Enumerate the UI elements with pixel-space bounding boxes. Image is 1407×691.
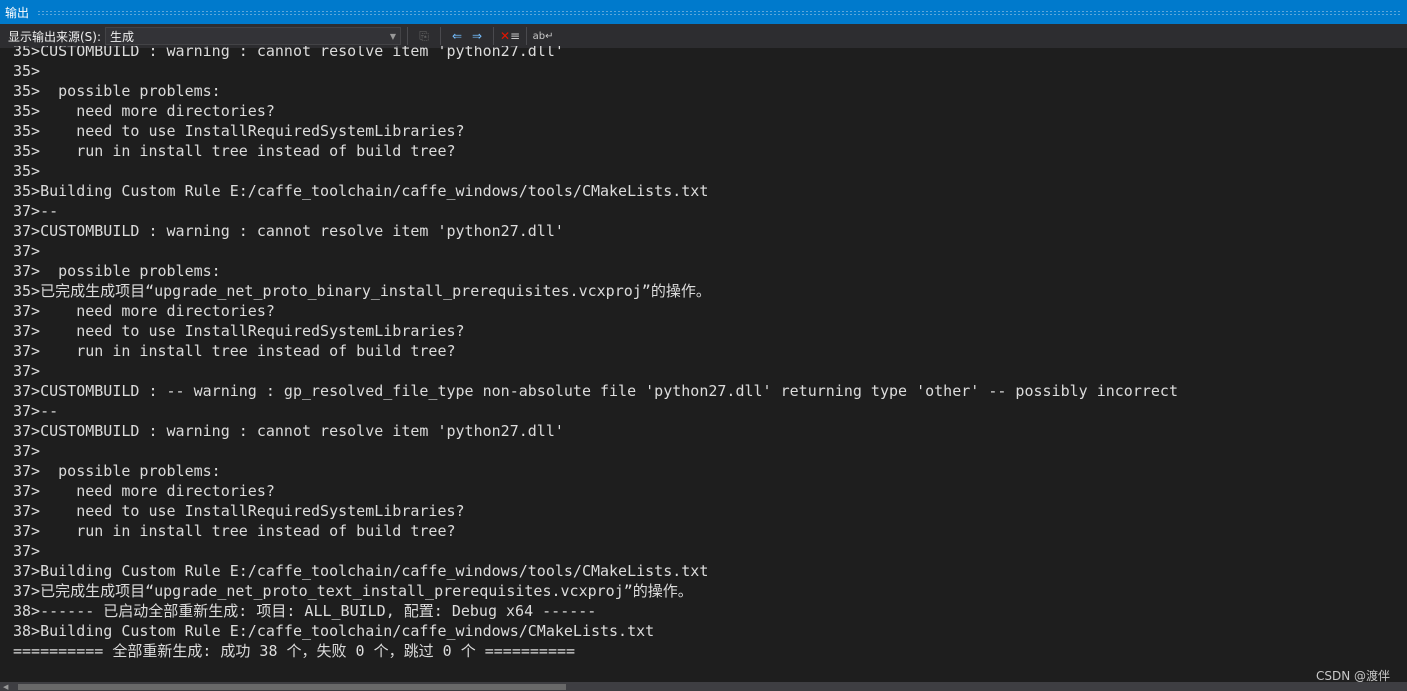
- output-line: 38>------ 已启动全部重新生成: 项目: ALL_BUILD, 配置: …: [13, 602, 597, 620]
- output-line: 37>已完成生成项目“upgrade_net_proto_text_instal…: [13, 582, 693, 600]
- output-line: 37> need more directories?: [13, 302, 275, 320]
- output-text-area[interactable]: 35>CUSTOMBUILD : warning : cannot resolv…: [0, 46, 1407, 682]
- output-line: 37>: [13, 542, 41, 560]
- output-line: 35>Building Custom Rule E:/caffe_toolcha…: [13, 182, 709, 200]
- drag-grip[interactable]: [37, 9, 1401, 15]
- output-toolbar: 显示输出来源(S): 生成 ▼ ⎘ ⇐ ⇒ ✕ ≡ ab↵: [0, 24, 1407, 48]
- output-line: 37>CUSTOMBUILD : -- warning : gp_resolve…: [13, 382, 1178, 400]
- output-line: 35> run in install tree instead of build…: [13, 142, 456, 160]
- output-line: 35>已完成生成项目“upgrade_net_proto_binary_inst…: [13, 282, 711, 300]
- output-line: 37>: [13, 362, 41, 380]
- clear-all-icon[interactable]: ✕ ≡: [500, 26, 520, 46]
- output-panel-titlebar: 输出: [0, 0, 1407, 24]
- output-line: 35>CUSTOMBUILD : warning : cannot resolv…: [13, 46, 564, 60]
- horizontal-scrollbar[interactable]: ◀: [0, 682, 1407, 691]
- output-source-label: 显示输出来源(S):: [8, 29, 102, 44]
- output-line: 35>: [13, 162, 41, 180]
- output-line: 37>: [13, 242, 41, 260]
- output-line: 37> possible problems:: [13, 262, 221, 280]
- chevron-down-icon: ▼: [389, 31, 397, 41]
- divider: [407, 27, 409, 45]
- panel-title: 输出: [5, 5, 30, 20]
- output-line: 35> need more directories?: [13, 102, 275, 120]
- scroll-left-icon[interactable]: ◀: [3, 683, 8, 691]
- output-line: 35>: [13, 62, 41, 80]
- output-line: 38>Building Custom Rule E:/caffe_toolcha…: [13, 622, 655, 640]
- output-line: 37>--: [13, 402, 59, 420]
- previous-message-icon[interactable]: ⇐: [447, 26, 467, 46]
- output-source-value: 生成: [110, 29, 135, 44]
- word-wrap-icon[interactable]: ab↵: [533, 26, 554, 46]
- output-line: 35> need to use InstallRequiredSystemLib…: [13, 122, 465, 140]
- next-message-icon[interactable]: ⇒: [467, 26, 487, 46]
- divider: [526, 27, 528, 45]
- output-line: 37>CUSTOMBUILD : warning : cannot resolv…: [13, 422, 564, 440]
- output-line: 37>Building Custom Rule E:/caffe_toolcha…: [13, 562, 709, 580]
- output-line: 37>: [13, 442, 41, 460]
- find-message-icon[interactable]: ⎘: [414, 26, 434, 46]
- output-line: 37> need to use InstallRequiredSystemLib…: [13, 502, 465, 520]
- output-line: 37>--: [13, 202, 59, 220]
- scrollbar-thumb[interactable]: [18, 684, 566, 690]
- output-line: ========== 全部重新生成: 成功 38 个，失败 0 个，跳过 0 个…: [13, 642, 576, 660]
- output-lines: 35>CUSTOMBUILD : warning : cannot resolv…: [13, 46, 1178, 661]
- output-line: 37> need to use InstallRequiredSystemLib…: [13, 322, 465, 340]
- output-line: 37> need more directories?: [13, 482, 275, 500]
- output-line: 37> possible problems:: [13, 462, 221, 480]
- divider: [440, 27, 442, 45]
- output-line: 37>CUSTOMBUILD : warning : cannot resolv…: [13, 222, 564, 240]
- output-line: 35> possible problems:: [13, 82, 221, 100]
- output-line: 37> run in install tree instead of build…: [13, 522, 456, 540]
- output-line: 37> run in install tree instead of build…: [13, 342, 456, 360]
- divider: [493, 27, 495, 45]
- output-source-dropdown[interactable]: 生成 ▼: [105, 27, 402, 45]
